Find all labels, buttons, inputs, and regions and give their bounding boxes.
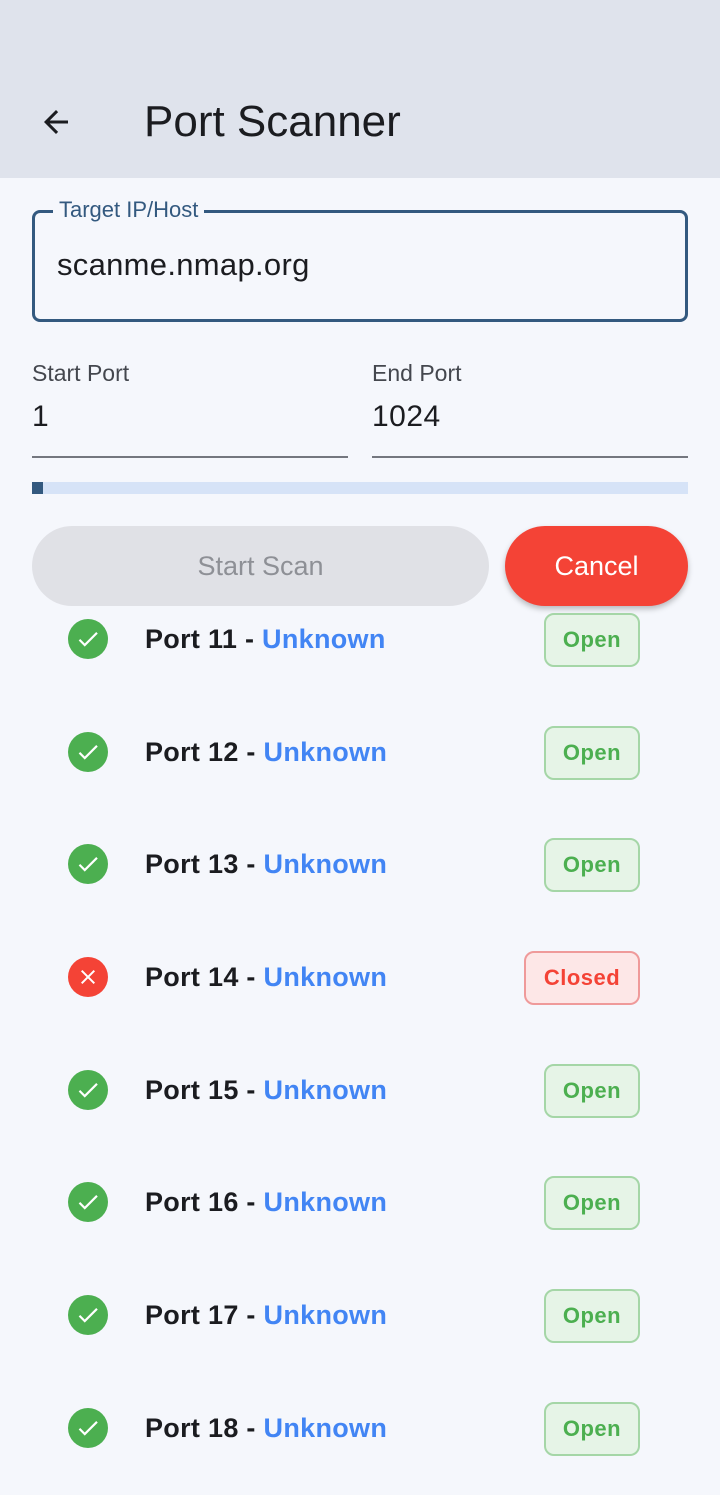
scan-results-list[interactable]: Port 11 - Unknown Open Port 12 - Unknown Op… <box>0 606 720 1495</box>
status-badge: Open <box>544 1289 640 1344</box>
page-title: Port Scanner <box>144 97 401 146</box>
check-circle-icon <box>68 1295 108 1336</box>
list-item[interactable]: Port 11 - Unknown Open <box>0 606 720 686</box>
check-circle-icon <box>68 731 108 772</box>
port-label: Port 11 - Unknown <box>145 621 386 657</box>
service-name: Unknown <box>263 1300 388 1331</box>
list-item[interactable]: Port 13 - Unknown Open <box>0 798 720 911</box>
port-number: Port 16 - <box>145 1187 264 1218</box>
list-item[interactable]: Port 17 - Unknown Open <box>0 1249 720 1362</box>
target-host-field[interactable]: Target IP/Host scanme.nmap.org <box>32 195 688 322</box>
service-name: Unknown <box>262 624 386 654</box>
port-number: Port 14 - <box>145 962 264 993</box>
check-circle-icon <box>68 844 108 885</box>
scan-progress-fill <box>32 482 44 494</box>
back-button[interactable] <box>24 92 88 152</box>
status-badge: Open <box>544 725 640 780</box>
port-label: Port 17 - Unknown <box>145 1297 387 1333</box>
start-port-label: Start Port <box>32 360 130 386</box>
service-name: Unknown <box>263 962 388 993</box>
end-port-input[interactable]: 1024 <box>372 400 441 434</box>
port-number: Port 12 - <box>145 736 264 767</box>
list-item[interactable]: Port 15 - Unknown Open <box>0 1024 720 1137</box>
port-label: Port 16 - Unknown <box>145 1184 387 1220</box>
port-number: Port 18 - <box>145 1412 264 1443</box>
check-circle-icon <box>68 619 108 659</box>
start-scan-button[interactable]: Start Scan <box>32 526 489 606</box>
check-circle-icon <box>68 1407 108 1448</box>
check-circle-icon <box>68 1182 108 1223</box>
list-item[interactable]: Port 14 - Unknown Closed <box>0 911 720 1024</box>
scan-progress-bar <box>32 482 688 494</box>
check-circle-icon <box>68 1069 108 1110</box>
port-number: Port 13 - <box>145 849 264 880</box>
port-label: Port 14 - Unknown <box>145 959 387 995</box>
status-badge: Open <box>544 1401 640 1456</box>
list-item[interactable]: Port 12 - Unknown Open <box>0 686 720 799</box>
port-label: Port 13 - Unknown <box>145 846 387 882</box>
end-port-label: End Port <box>372 360 462 386</box>
port-number: Port 17 - <box>145 1300 264 1331</box>
status-badge: Open <box>544 1176 640 1231</box>
status-badge: Open <box>544 1063 640 1118</box>
arrow-back-icon <box>44 110 68 134</box>
port-number: Port 11 - <box>145 624 263 654</box>
target-host-input[interactable]: scanme.nmap.org <box>57 245 310 285</box>
status-badge: Open <box>544 613 640 667</box>
status-badge: Open <box>544 838 640 893</box>
cancel-circle-icon <box>68 957 108 998</box>
status-badge: Closed <box>524 951 640 1006</box>
service-name: Unknown <box>263 1412 388 1443</box>
service-name: Unknown <box>263 849 388 880</box>
cancel-button[interactable]: Cancel <box>505 526 688 606</box>
port-label: Port 12 - Unknown <box>145 734 387 770</box>
app-bar: Port Scanner <box>0 0 720 178</box>
list-item[interactable]: Port 16 - Unknown Open <box>0 1136 720 1249</box>
list-item[interactable]: Port 18 - Unknown Open <box>0 1362 720 1475</box>
end-port-field[interactable]: End Port 1024 <box>372 356 688 458</box>
service-name: Unknown <box>263 1074 388 1105</box>
service-name: Unknown <box>263 1187 388 1218</box>
start-port-input[interactable]: 1 <box>32 400 49 434</box>
results-container: Port 11 - Unknown Open Port 12 - Unknown Op… <box>0 606 720 1475</box>
service-name: Unknown <box>263 736 388 767</box>
target-host-label: Target IP/Host <box>53 195 205 225</box>
start-port-field[interactable]: Start Port 1 <box>32 356 348 458</box>
port-number: Port 15 - <box>145 1074 264 1105</box>
port-label: Port 18 - Unknown <box>145 1410 387 1446</box>
port-label: Port 15 - Unknown <box>145 1072 387 1108</box>
